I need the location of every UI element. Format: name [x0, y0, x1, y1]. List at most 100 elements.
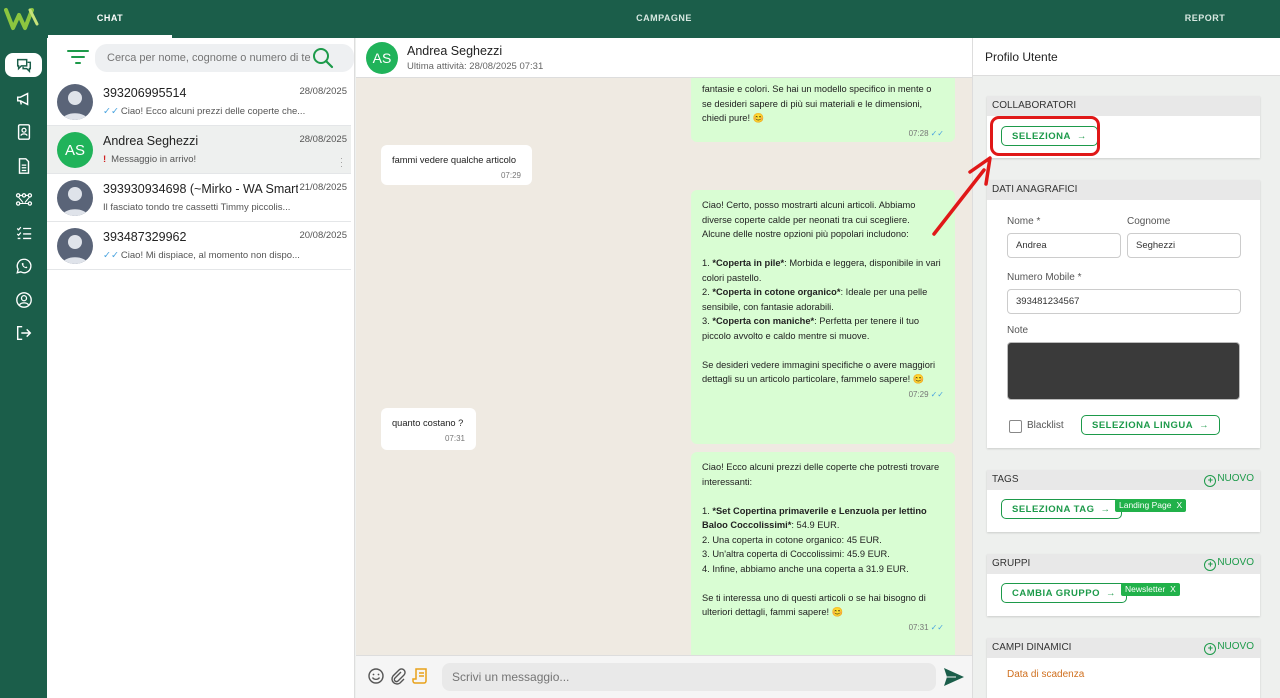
mobile-field[interactable] — [1007, 289, 1241, 314]
rail-campaign-button[interactable] — [5, 87, 42, 111]
profile-title: Profilo Utente — [973, 38, 1280, 76]
conversation-list: 393206995514 28/08/2025 ✓✓Ciao! Ecco alc… — [47, 38, 355, 698]
group-chip: Newsletter X — [1121, 583, 1180, 596]
rail-documents-button[interactable] — [5, 154, 42, 178]
preview-text: Messaggio in arrivo! — [111, 154, 197, 165]
cambia-gruppo-button[interactable]: CAMBIA GRUPPO → — [1001, 583, 1127, 603]
mobile-label: Numero Mobile * — [1007, 272, 1082, 283]
nome-field[interactable] — [1007, 233, 1121, 258]
conversation-date: 20/08/2025 — [299, 230, 347, 241]
user-placeholder-icon — [62, 187, 88, 216]
template-icon[interactable] — [412, 667, 430, 685]
card-tags: TAGS + NUOVO SELEZIONA TAG → Landing Page X — [987, 470, 1260, 532]
double-check-icon: ✓✓ — [930, 128, 944, 138]
plus-circle-icon: + — [1204, 475, 1217, 487]
send-icon[interactable] — [943, 666, 965, 688]
data-scadenza-label: Data di scadenza — [1007, 669, 1085, 680]
conversation-item[interactable]: 393930934698 (~Mirko - WA Smart... 21/08… — [47, 174, 351, 222]
conversation-date: 28/08/2025 — [299, 134, 347, 145]
highlight-annotation — [990, 116, 1100, 156]
conversation-name: 393206995514 — [103, 86, 187, 100]
seleziona-lingua-button[interactable]: SELEZIONA LINGUA → — [1081, 415, 1221, 435]
card-dati-anagrafici: DATI ANAGRAFICI Nome * Cognome Numero Mo… — [987, 180, 1260, 448]
conversation-preview: ! Messaggio in arrivo! — [103, 154, 343, 165]
button-label: CAMBIA GRUPPO — [1012, 587, 1100, 599]
chip-label: Newsletter — [1125, 584, 1166, 594]
double-check-icon: ✓✓ — [103, 250, 119, 261]
button-label: SELEZIONA TAG — [1012, 503, 1095, 515]
card-header: CAMPI DINAMICI + NUOVO — [987, 638, 1260, 658]
chip-label: Landing Page — [1119, 500, 1172, 510]
top-nav: CHAT CAMPAGNE REPORT — [0, 0, 1280, 38]
nuovo-campo-button[interactable]: + NUOVO — [1204, 641, 1254, 655]
card-header-label: GRUPPI — [992, 558, 1031, 569]
attachment-icon[interactable] — [389, 667, 407, 685]
double-check-icon: ✓✓ — [930, 389, 944, 399]
message-text: fantasie e colori. Se hai un modello spe… — [702, 84, 932, 123]
remove-group-icon[interactable]: X — [1170, 584, 1176, 594]
message-input[interactable] — [442, 663, 936, 691]
nome-label: Nome * — [1007, 216, 1041, 227]
conversation-preview: ✓✓ Ciao! Mi dispiace, al momento non disp… — [103, 250, 343, 261]
tab-report[interactable]: REPORT — [1160, 0, 1250, 38]
card-header: DATI ANAGRAFICI — [987, 180, 1260, 200]
rail-whatsapp-button[interactable] — [5, 254, 42, 278]
more-options-icon[interactable]: · · · — [340, 154, 343, 171]
cognome-field[interactable] — [1127, 233, 1241, 258]
rail-logout-button[interactable] — [5, 321, 42, 345]
message-time: 07:29 — [500, 170, 521, 180]
message-text: Ciao! Certo, posso mostrarti alcuni arti… — [702, 200, 941, 384]
message-text: quanto costano ? — [392, 418, 464, 428]
message-outgoing: fantasie e colori. Se hai un modello spe… — [691, 78, 955, 142]
conversation-preview: Il fasciato tondo tre cassetti Timmy pic… — [103, 202, 343, 213]
message-outgoing: Ciao! Ecco alcuni prezzi delle coperte c… — [691, 452, 955, 655]
emoji-icon[interactable] — [367, 667, 385, 685]
conversation-item[interactable]: 393206995514 28/08/2025 ✓✓ Ciao! Ecco alc… — [47, 78, 351, 126]
card-header: COLLABORATORI — [987, 96, 1260, 116]
rail-profile-button[interactable] — [5, 288, 42, 312]
whatsapp-icon — [15, 258, 32, 274]
side-rail — [0, 38, 47, 698]
remove-tag-icon[interactable]: X — [1176, 500, 1182, 510]
seleziona-tag-button[interactable]: SELEZIONA TAG → — [1001, 499, 1122, 519]
nuovo-label: NUOVO — [1217, 473, 1254, 484]
plus-circle-icon: + — [1204, 643, 1217, 655]
app: CHAT CAMPAGNE REPORT Cerca per nome, cog… — [0, 0, 1280, 698]
button-label: SELEZIONA LINGUA — [1092, 419, 1194, 431]
blacklist-checkbox[interactable] — [1009, 420, 1022, 433]
nuovo-gruppo-button[interactable]: + NUOVO — [1204, 557, 1254, 571]
nuovo-label: NUOVO — [1217, 557, 1254, 568]
card-header-label: TAGS — [992, 474, 1019, 485]
message-composer — [356, 655, 972, 698]
card-gruppi: GRUPPI + NUOVO CAMBIA GRUPPO → Newsletter X — [987, 554, 1260, 616]
rail-flows-button[interactable] — [5, 187, 42, 211]
red-arrow-icon — [932, 156, 992, 236]
contacts-icon — [17, 124, 30, 140]
conversation-item-selected[interactable]: AS Andrea Seghezzi 28/08/2025 ! Messaggio… — [47, 126, 351, 174]
message-outgoing: Ciao! Certo, posso mostrarti alcuni arti… — [691, 190, 955, 444]
note-textarea[interactable] — [1007, 342, 1240, 400]
rail-chat-button[interactable] — [5, 53, 42, 77]
tab-campagne[interactable]: CAMPAGNE — [600, 0, 728, 38]
avatar: AS — [57, 132, 93, 168]
cognome-label: Cognome — [1127, 216, 1171, 227]
arrow-right-icon: → — [1199, 419, 1210, 431]
rail-tasks-button[interactable] — [5, 221, 42, 245]
nuovo-tag-button[interactable]: + NUOVO — [1204, 473, 1254, 487]
avatar — [57, 180, 93, 216]
time-text: 07:28 — [908, 128, 929, 138]
user-circle-icon — [15, 292, 32, 308]
avatar — [57, 228, 93, 264]
conversation-preview: ✓✓ Ciao! Ecco alcuni prezzi delle coperte… — [103, 106, 343, 117]
rail-contacts-button[interactable] — [5, 120, 42, 144]
megaphone-icon — [16, 92, 28, 106]
message-list[interactable]: fantasie e colori. Se hai un modello spe… — [356, 78, 972, 655]
flow-icon — [15, 193, 32, 206]
chat-pane: AS Andrea Seghezzi Ultima attività: 28/0… — [356, 38, 972, 698]
conversation-date: 28/08/2025 — [299, 86, 347, 97]
tab-chat[interactable]: CHAT — [48, 0, 172, 38]
filter-icon[interactable] — [67, 49, 89, 65]
chat-icon — [16, 58, 31, 74]
conversation-item[interactable]: 393487329962 20/08/2025 ✓✓ Ciao! Mi dispi… — [47, 222, 351, 270]
search-icon[interactable] — [312, 47, 334, 69]
